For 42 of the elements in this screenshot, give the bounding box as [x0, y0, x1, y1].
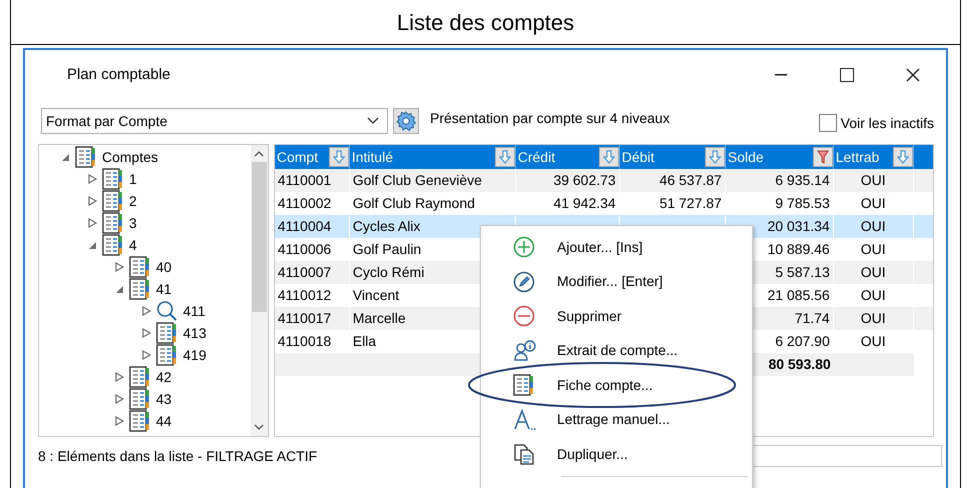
table-cell-text: Vincent [352, 286, 400, 305]
table-cell-text: 51 727.87 [658, 194, 722, 213]
checkbox-label: Voir les inactifs [840, 114, 934, 132]
table-cell-text: Golf Club Raymond [352, 194, 476, 213]
status-text: 8 : Eléments dans la liste - FILTRAGE ACTIF [38, 446, 318, 466]
table-cell-text: Ella [352, 332, 378, 351]
table-cell-text: 10 889.46 [766, 240, 830, 259]
table-cell-text: 6 207.90 [774, 332, 830, 351]
table-cell-text: 4110012 [278, 286, 332, 305]
table-cell-text: OUI [860, 332, 887, 351]
table-cell-text: Cycles Alix [352, 217, 422, 236]
table-cell-text: Cyclo Rémi [352, 263, 426, 282]
table-cell-text: OUI [860, 309, 887, 328]
page-caption: Liste des comptes [396, 8, 574, 37]
table-cell-text: OUI [860, 171, 887, 190]
table-cell-text: 4110004 [278, 217, 332, 236]
window-title: Plan comptable [67, 64, 172, 85]
table-cell-text: 9 785.53 [774, 194, 830, 213]
table-cell-text: 20 031.34 [766, 217, 830, 236]
table-cell-text: OUI [860, 217, 887, 236]
table-cell-text: OUI [860, 194, 887, 213]
table-cell-text: OUI [860, 263, 887, 282]
table-cell-text: 4110007 [278, 263, 332, 282]
table-cell-text: Marcelle [352, 309, 407, 328]
table-cell-text: 39 602.73 [552, 171, 616, 190]
table-cell-text: 4110017 [278, 309, 332, 328]
table-cell-text: 71.74 [794, 309, 830, 328]
table-cell-text: Golf Club Geneviève [352, 171, 483, 190]
total-cell-text: 80 593.80 [767, 355, 831, 374]
table-cell-text: Golf Paulin [352, 240, 422, 259]
table-cell-text: 4110001 [278, 171, 332, 190]
table-cell-text: 46 537.87 [658, 171, 722, 190]
table-cell-text: 6 935.14 [774, 171, 830, 190]
table-cell-text: 5 587.13 [774, 263, 830, 282]
table-cell-text: 4110018 [278, 332, 332, 351]
table-cell-text: 41 942.34 [552, 194, 616, 213]
table-cell-text: 21 085.56 [766, 286, 830, 305]
table-cell-text: OUI [860, 286, 887, 305]
presentation-label: Présentation par compte sur 4 niveaux [430, 108, 671, 128]
table-cell-text: OUI [860, 240, 887, 259]
table-cell-text: 4110002 [278, 194, 332, 213]
table-cell-text: 4110006 [278, 240, 332, 259]
